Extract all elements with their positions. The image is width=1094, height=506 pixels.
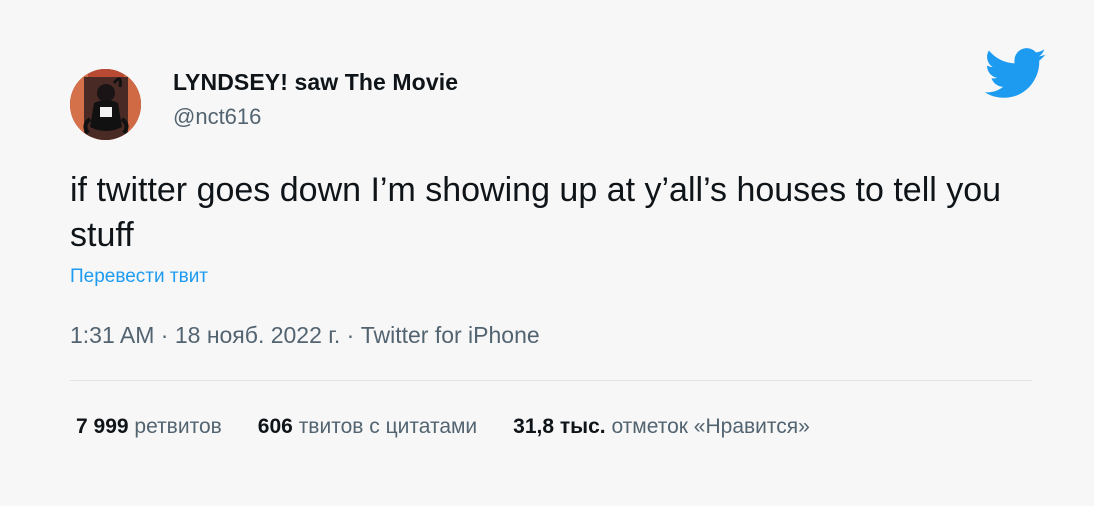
stat-count: 7 999 — [76, 415, 129, 438]
tweet-time[interactable]: 1:31 AM — [70, 322, 154, 348]
tweet-metadata: 1:31 AM18 нояб. 2022 г.Twitter for iPhon… — [70, 322, 540, 349]
stat-retweets[interactable]: 7 999 ретвитов — [76, 415, 222, 439]
twitter-bird-icon[interactable] — [984, 48, 1047, 100]
stat-label: ретвитов — [134, 415, 222, 438]
character-avatar-icon — [70, 69, 141, 140]
avatar[interactable] — [70, 69, 141, 140]
tweet-date[interactable]: 18 нояб. 2022 г. — [154, 322, 340, 348]
tweet-card: LYNDSEY! saw The Movie @nct616 if twitte… — [0, 0, 1094, 506]
translate-tweet-link[interactable]: Перевести твит — [70, 266, 208, 288]
stat-count: 31,8 тыс. — [513, 415, 606, 438]
author-handle[interactable]: @nct616 — [173, 104, 261, 130]
divider — [70, 380, 1032, 381]
tweet-source[interactable]: Twitter for iPhone — [340, 322, 539, 348]
engagement-stats: 7 999 ретвитов 606 твитов с цитатами 31,… — [76, 415, 846, 439]
author-display-name[interactable]: LYNDSEY! saw The Movie — [173, 69, 458, 96]
tweet-text: if twitter goes down I’m showing up at y… — [70, 171, 1002, 254]
stat-likes[interactable]: 31,8 тыс. отметок «Нравится» — [513, 415, 810, 439]
stat-quote-tweets[interactable]: 606 твитов с цитатами — [258, 415, 477, 439]
stat-label: твитов с цитатами — [298, 415, 478, 438]
stat-label: отметок «Нравится» — [611, 415, 810, 438]
stat-count: 606 — [257, 415, 293, 438]
